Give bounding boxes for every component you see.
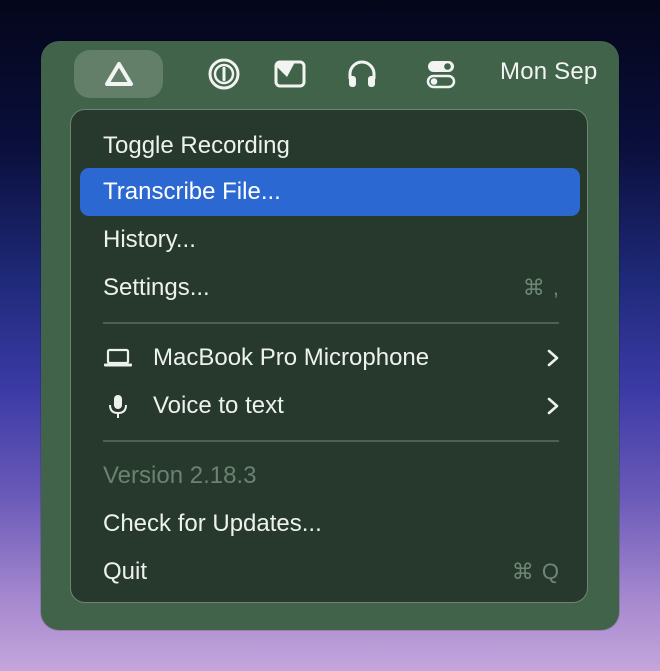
- menubar-password-manager-button[interactable]: [205, 50, 243, 98]
- menubar-app-button[interactable]: [74, 50, 163, 98]
- menubar-headphones-button[interactable]: [342, 50, 382, 98]
- menubar-window-manager-button[interactable]: [271, 50, 309, 98]
- menubar-control-center-button[interactable]: [422, 50, 460, 98]
- menu-item-voice-to-text[interactable]: Voice to text: [80, 382, 580, 430]
- quit-shortcut: ⌘ Q: [511, 559, 560, 584]
- menu-item-label: Quit: [103, 558, 148, 585]
- menu-item-settings[interactable]: Settings... ⌘ ,: [80, 264, 580, 312]
- menu-bar: Mon Sep: [41, 41, 619, 107]
- microphone-icon: [103, 382, 137, 430]
- dropdown-menu: Toggle Recording Transcribe File... Hist…: [70, 109, 588, 603]
- menu-item-quit[interactable]: Quit ⌘ Q: [80, 548, 580, 596]
- password-manager-icon: [208, 58, 240, 90]
- menu-item-microphone-source[interactable]: MacBook Pro Microphone: [80, 334, 580, 382]
- menu-item-toggle-recording[interactable]: Toggle Recording: [80, 122, 580, 170]
- menubar-window: Mon Sep Toggle Recording Transcribe File…: [41, 41, 619, 630]
- app-triangle-icon: [104, 62, 133, 86]
- window-manager-icon: [274, 60, 306, 88]
- menu-item-label: History...: [103, 226, 196, 253]
- settings-shortcut: ⌘ ,: [522, 275, 560, 300]
- menu-item-check-updates[interactable]: Check for Updates...: [80, 500, 580, 548]
- version-label: Version 2.18.3: [103, 462, 257, 489]
- menu-item-version: Version 2.18.3: [80, 452, 580, 500]
- laptop-icon: [103, 334, 137, 382]
- menu-item-label: Voice to text: [153, 392, 284, 419]
- menu-item-label: Toggle Recording: [103, 132, 290, 159]
- menu-item-history[interactable]: History...: [80, 216, 580, 264]
- control-center-icon: [426, 61, 456, 89]
- menu-item-label: Check for Updates...: [103, 510, 322, 537]
- headphones-icon: [348, 60, 376, 87]
- chevron-right-icon: [546, 334, 560, 382]
- menubar-clock[interactable]: Mon Sep: [500, 58, 597, 86]
- menu-separator: [103, 440, 559, 442]
- menu-separator: [103, 322, 559, 324]
- chevron-right-icon: [546, 382, 560, 430]
- menu-item-label: Settings...: [103, 274, 210, 301]
- menu-item-transcribe-file[interactable]: Transcribe File...: [80, 168, 580, 216]
- menu-item-label: Transcribe File...: [103, 178, 281, 205]
- menu-item-label: MacBook Pro Microphone: [153, 344, 430, 371]
